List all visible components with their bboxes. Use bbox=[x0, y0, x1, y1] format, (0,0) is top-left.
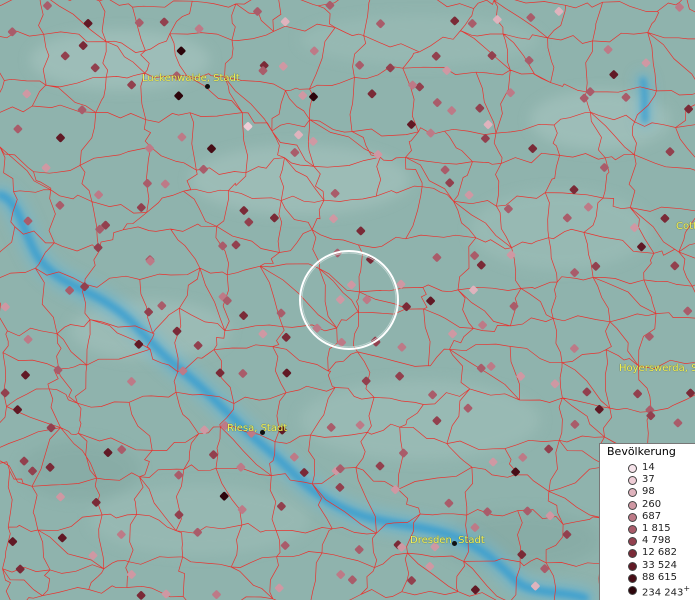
legend-swatch bbox=[628, 488, 637, 498]
legend-item: 12 682 bbox=[600, 547, 695, 560]
legend-label: 4 798 bbox=[642, 535, 671, 547]
legend-swatch bbox=[628, 573, 637, 583]
legend-swatch bbox=[628, 549, 637, 559]
legend-label: 88 615 bbox=[642, 571, 677, 583]
legend-swatch bbox=[628, 525, 637, 534]
legend-swatch bbox=[628, 512, 637, 522]
city-label-cottbus[interactable]: Cott bbox=[676, 221, 695, 232]
map-canvas[interactable] bbox=[0, 0, 695, 600]
legend-item: 88 615 bbox=[600, 571, 695, 585]
legend-title: Bevölkerung bbox=[607, 445, 676, 458]
legend-item: 234 243+ bbox=[600, 584, 695, 599]
city-label-luckenwalde[interactable]: Luckenwalde, Stadt bbox=[142, 73, 240, 84]
legend-label: 98 bbox=[642, 486, 655, 498]
city-label-dresden[interactable]: Dresden, Stadt bbox=[410, 535, 485, 546]
legend-item: 1 815 bbox=[600, 523, 695, 536]
legend-swatch bbox=[628, 537, 637, 547]
legend-item: 33 524 bbox=[600, 559, 695, 573]
legend-label: 12 682 bbox=[642, 547, 677, 559]
legend-label: 37 bbox=[642, 474, 655, 486]
city-marker-dresden bbox=[452, 541, 457, 546]
legend-swatch bbox=[628, 476, 637, 486]
city-marker-riesa bbox=[260, 430, 265, 435]
legend-label: 33 524 bbox=[642, 559, 677, 571]
city-marker-luckenwalde bbox=[205, 84, 210, 89]
legend-label: 687 bbox=[642, 510, 662, 522]
city-label-hoyerswerda[interactable]: Hoyerswerda, S bbox=[619, 363, 695, 374]
legend-item: 37 bbox=[600, 474, 695, 487]
legend-item: 4 798 bbox=[600, 535, 695, 548]
legend-swatch bbox=[628, 464, 637, 473]
legend-item: 687 bbox=[600, 510, 695, 524]
legend-plus-sign: + bbox=[683, 584, 691, 593]
legend-label: 14 bbox=[642, 462, 655, 473]
legend-label: 260 bbox=[642, 498, 662, 510]
legend-swatch bbox=[628, 500, 637, 510]
city-label-riesa[interactable]: Riesa, Stadt bbox=[227, 423, 287, 434]
river bbox=[640, 77, 648, 123]
legend-item: 14 bbox=[600, 462, 695, 475]
legend-swatch bbox=[628, 561, 637, 571]
population-legend: Bevölkerung 14 37 98 260 687 1 815 4 798 12 682… bbox=[599, 443, 695, 600]
legend-label: 1 815 bbox=[642, 523, 671, 534]
legend-item: 98 bbox=[600, 486, 695, 499]
legend-label: 234 243+ bbox=[642, 584, 691, 599]
legend-swatch bbox=[628, 586, 637, 595]
legend-item: 260 bbox=[600, 498, 695, 512]
